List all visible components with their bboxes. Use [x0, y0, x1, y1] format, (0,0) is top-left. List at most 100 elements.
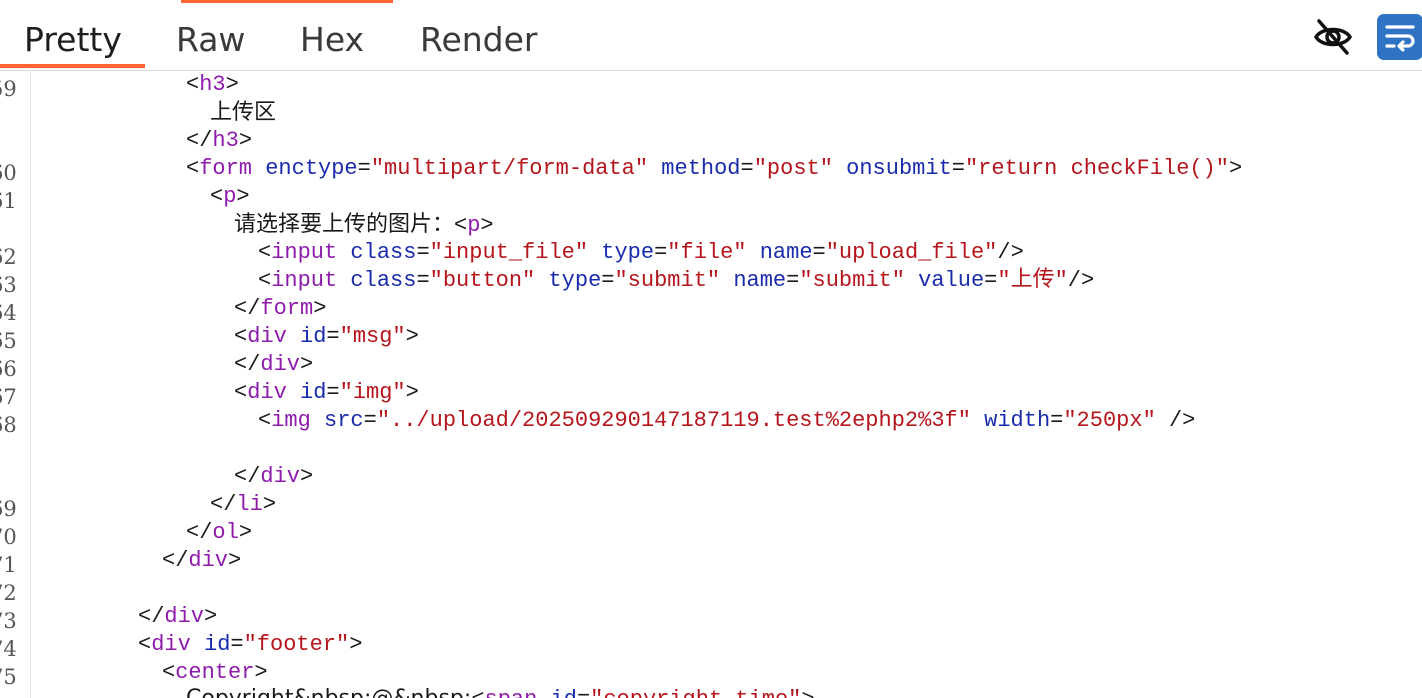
tag-bracket: >	[236, 184, 250, 209]
code-line: <center>	[162, 659, 268, 687]
tag-bracket: >	[238, 520, 253, 545]
tag-bracket: </	[234, 296, 261, 321]
attr-value: "submit"	[799, 268, 905, 293]
tag-bracket: />	[997, 240, 1024, 265]
code-line: 上传区	[210, 99, 276, 127]
code-line: <div id="footer">	[138, 632, 363, 657]
attr-name: id	[204, 632, 231, 657]
code-line: <img src="../upload/202509290147187119.t…	[258, 408, 1196, 433]
line-number: 73	[0, 609, 17, 633]
tag-name: h3	[212, 128, 239, 153]
tab-raw[interactable]: Raw	[176, 18, 245, 66]
tag-bracket: <	[162, 660, 176, 685]
word-wrap-button[interactable]	[1377, 14, 1422, 60]
active-panel-indicator	[181, 0, 393, 3]
tab-pretty-underline	[0, 64, 145, 68]
code-line: <form enctype="multipart/form-data" meth…	[186, 156, 1243, 181]
tag-name: div	[188, 548, 229, 573]
code-line: <h3>	[186, 71, 239, 99]
tag-bracket: <	[138, 632, 152, 657]
tag-name: div	[260, 352, 301, 377]
text-node: Copyright&nbsp;@&nbsp;	[186, 686, 471, 698]
tag-bracket: >	[262, 492, 277, 517]
attr-value: "post"	[753, 156, 833, 181]
line-number: 64	[0, 301, 17, 325]
word-wrap-icon	[1385, 25, 1415, 52]
code-line: Copyright&nbsp;@&nbsp;<span id="copyrigh…	[186, 685, 815, 698]
line-number: 60	[0, 161, 17, 185]
attr-name: name	[733, 268, 787, 293]
attr-value: "upload_file"	[825, 240, 998, 265]
tag-bracket: </	[210, 492, 237, 517]
tag-bracket: <	[186, 156, 200, 181]
tag-name: form	[260, 296, 314, 321]
attr-name: width	[984, 408, 1051, 433]
tag-bracket: >	[228, 548, 242, 573]
attr-name: name	[759, 240, 813, 265]
line-number: 59	[0, 77, 17, 101]
attr-value: "msg"	[339, 324, 406, 349]
tag-bracket: >	[225, 72, 239, 97]
code-line: </div>	[138, 603, 217, 631]
tag-bracket: </	[234, 464, 261, 489]
attr-value: "footer"	[243, 632, 350, 657]
attr-name: type	[601, 240, 655, 265]
tag-bracket: />	[1168, 408, 1196, 433]
tag-bracket: <	[234, 324, 248, 349]
code-line: </form>	[234, 295, 326, 323]
tag-bracket: <	[258, 240, 272, 265]
tag-bracket: />	[1067, 268, 1095, 293]
line-number: 63	[0, 273, 17, 297]
tab-hex[interactable]: Hex	[300, 18, 364, 66]
tag-bracket: >	[349, 632, 363, 657]
attr-value: "multipart/form-data"	[370, 156, 649, 181]
tag-bracket: <	[454, 213, 468, 238]
tag-bracket: <	[234, 380, 248, 405]
tab-pretty[interactable]: Pretty	[24, 18, 122, 66]
code-line: </div>	[234, 351, 313, 379]
tag-bracket: >	[313, 296, 327, 321]
code-line: </div>	[162, 547, 241, 575]
text-node: 请选择要上传的图片：	[234, 212, 455, 237]
attr-name: src	[324, 408, 364, 433]
attr-value: "button"	[429, 268, 536, 293]
text-node: 上传区	[210, 100, 277, 125]
line-number: 68	[0, 413, 17, 437]
tag-bracket: </	[186, 128, 213, 153]
tag-bracket: >	[405, 324, 419, 349]
tab-render[interactable]: Render	[420, 18, 537, 66]
attr-value: "submit"	[614, 268, 721, 293]
tag-name: p	[467, 213, 481, 238]
line-number: 67	[0, 385, 17, 409]
tag-bracket: >	[801, 687, 814, 698]
tag-bracket: <	[258, 268, 272, 293]
attr-name: id	[300, 324, 327, 349]
line-number: 72	[0, 581, 17, 605]
attr-name: class	[350, 268, 417, 293]
response-body-editor[interactable]: 59 60 61 62 63 64 65 66 67 68 69 70 71 7…	[0, 71, 1422, 698]
hide-non-printable-button[interactable]	[1308, 14, 1358, 60]
attr-name: id	[551, 687, 577, 698]
tag-name: span	[485, 687, 538, 698]
attr-name: method	[661, 156, 741, 181]
code-line: </li>	[210, 491, 276, 519]
code-line: <input class="button" type="submit" name…	[258, 268, 1095, 293]
tag-bracket: <	[186, 72, 200, 97]
tag-bracket: >	[254, 660, 268, 685]
line-number: 65	[0, 329, 17, 353]
line-number-gutter: 59 60 61 62 63 64 65 66 67 68 69 70 71 7…	[0, 71, 31, 698]
tag-name: li	[236, 492, 263, 517]
tag-bracket: <	[258, 408, 272, 433]
attr-name: class	[350, 240, 417, 265]
message-view-tabbar: Pretty Raw Hex Render	[0, 0, 1422, 71]
attr-value: "上传"	[997, 268, 1068, 293]
tag-bracket: <	[471, 687, 484, 698]
attr-value: "../upload/202509290147187119.test%2ephp…	[376, 408, 971, 433]
code-line: <div id="msg">	[234, 324, 419, 349]
line-number: 75	[0, 665, 17, 689]
code-line: <div id="img">	[234, 380, 419, 405]
line-number: 69	[0, 497, 17, 521]
attr-value: "input_file"	[429, 240, 589, 265]
tag-bracket: >	[238, 128, 253, 153]
line-number: 71	[0, 553, 17, 577]
